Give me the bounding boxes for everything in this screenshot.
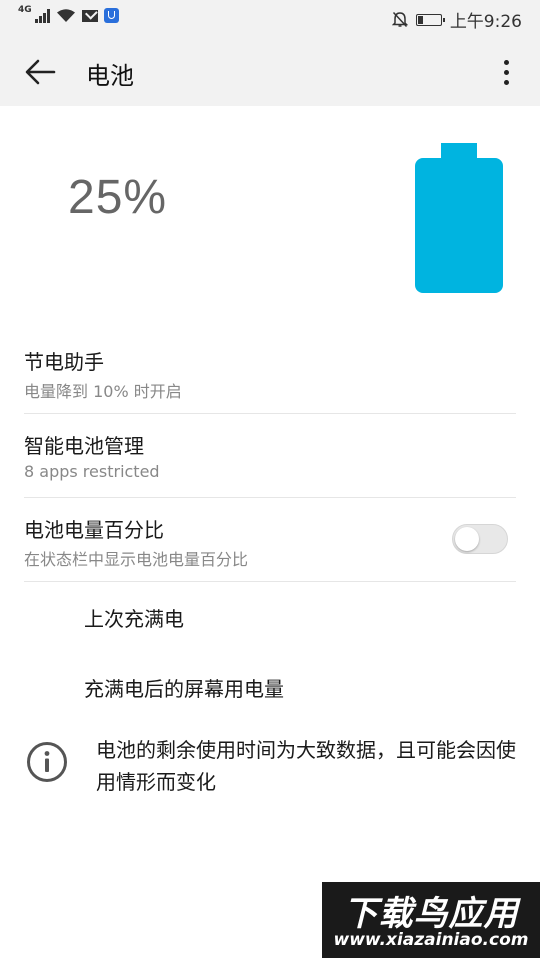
wifi-icon <box>56 9 75 22</box>
setting-title: 电池电量百分比 <box>24 518 164 542</box>
watermark-logo: 下载鸟应用 www.xiazainiao.com <box>322 882 540 958</box>
setting-smart-battery[interactable]: 智能电池管理 8 apps restricted <box>0 414 540 498</box>
setting-title: 节电助手 <box>24 350 104 374</box>
status-time: 上午9:26 <box>449 12 522 32</box>
more-options-button[interactable] <box>486 50 526 94</box>
network-type: 4G <box>18 4 32 15</box>
battery-graphic-icon <box>415 143 503 293</box>
divider <box>24 581 516 582</box>
arrow-left-icon <box>25 59 56 85</box>
setting-power-saver[interactable]: 节电助手 电量降到 10% 时开启 <box>0 330 540 414</box>
back-button[interactable] <box>18 50 62 94</box>
toggle-knob <box>455 527 479 551</box>
page-title: 电池 <box>86 62 134 90</box>
watermark-brand: 下载鸟应用 <box>343 894 519 934</box>
info-icon <box>27 742 67 782</box>
battery-percent: 25% <box>68 171 168 224</box>
setting-subtitle: 8 apps restricted <box>24 462 160 481</box>
setting-subtitle: 电量降到 10% 时开启 <box>24 382 182 401</box>
battery-icon <box>415 13 445 26</box>
watermark-url: www.xiazainiao.com <box>333 930 529 950</box>
screen-usage-label: 充满电后的屏幕用电量 <box>84 677 284 701</box>
app-bar: 电池 <box>0 36 540 106</box>
battery-cap <box>441 143 477 159</box>
status-bar: 4G 上午9:26 <box>0 0 540 36</box>
shield-app-icon <box>103 8 119 23</box>
status-bar-right: 上午9:26 <box>391 7 522 32</box>
battery-body <box>415 158 503 293</box>
info-note: 电池的剩余使用时间为大致数据，且可能会因使用情形而变化 <box>96 738 516 794</box>
mail-icon <box>81 9 98 22</box>
more-vertical-icon <box>503 59 509 65</box>
last-full-charge-label: 上次充满电 <box>84 607 184 631</box>
signal-icon <box>34 8 50 23</box>
setting-subtitle: 在状态栏中显示电池电量百分比 <box>24 550 249 569</box>
battery-percentage-toggle[interactable] <box>452 524 508 554</box>
setting-title: 智能电池管理 <box>24 434 144 458</box>
battery-level-fill <box>417 15 423 24</box>
mute-bell-icon <box>391 11 408 28</box>
status-bar-left: 4G <box>18 4 119 23</box>
